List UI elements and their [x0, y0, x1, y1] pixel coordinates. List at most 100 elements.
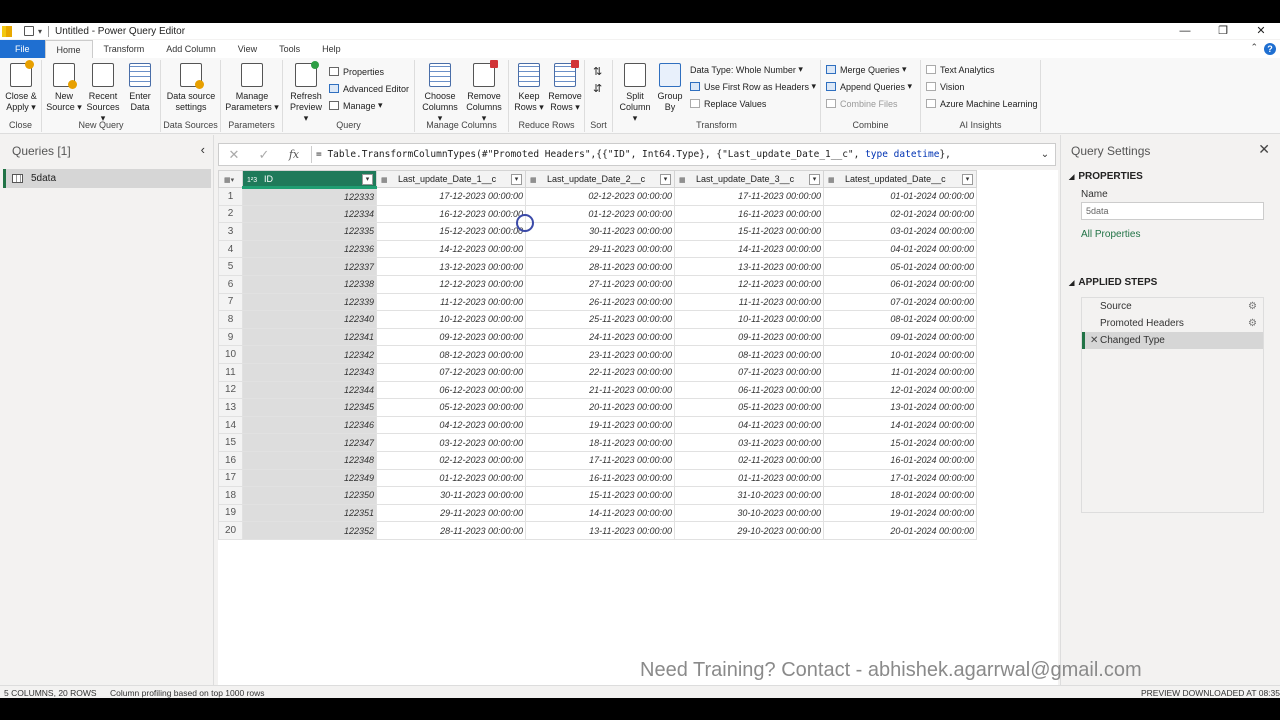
table-cell[interactable]: 12-01-2024 00:00:00 — [823, 380, 977, 400]
table-cell[interactable]: 19-01-2024 00:00:00 — [823, 503, 977, 523]
table-cell[interactable]: 19-11-2023 00:00:00 — [525, 415, 675, 435]
filter-dropdown-icon[interactable]: ▾ — [962, 174, 973, 185]
table-cell[interactable]: 31-10-2023 00:00:00 — [674, 486, 824, 505]
table-cell[interactable]: 22-11-2023 00:00:00 — [525, 362, 675, 382]
row-number[interactable]: 7 — [218, 292, 243, 312]
table-cell[interactable]: 13-01-2024 00:00:00 — [823, 398, 977, 417]
table-cell[interactable]: 03-01-2024 00:00:00 — [823, 222, 977, 241]
gear-icon[interactable]: ⚙ — [1248, 315, 1257, 332]
table-cell[interactable]: 27-11-2023 00:00:00 — [525, 274, 675, 294]
table-cell[interactable]: 02-12-2023 00:00:00 — [525, 187, 675, 206]
properties-section[interactable]: ◢ PROPERTIES — [1069, 171, 1143, 182]
table-cell[interactable]: 02-12-2023 00:00:00 — [376, 450, 526, 470]
formula-input[interactable]: = Table.TransformColumnTypes(#"Promoted … — [316, 149, 1035, 160]
table-cell[interactable]: 122345 — [242, 398, 377, 417]
row-number[interactable]: 13 — [218, 398, 243, 417]
table-cell[interactable]: 04-11-2023 00:00:00 — [674, 415, 824, 435]
recent-sources-button[interactable]: Recent Sources ▾ — [84, 63, 122, 124]
table-cell[interactable]: 05-11-2023 00:00:00 — [674, 398, 824, 417]
table-cell[interactable]: 07-11-2023 00:00:00 — [674, 362, 824, 382]
table-cell[interactable]: 122336 — [242, 239, 377, 259]
table-cell[interactable]: 122344 — [242, 380, 377, 400]
row-number[interactable]: 5 — [218, 257, 243, 276]
properties-button[interactable]: Properties — [329, 65, 384, 78]
tab-tools[interactable]: Tools — [268, 40, 311, 58]
table-cell[interactable]: 17-01-2024 00:00:00 — [823, 468, 977, 488]
filter-dropdown-icon[interactable]: ▾ — [362, 174, 373, 185]
table-cell[interactable]: 12-11-2023 00:00:00 — [674, 274, 824, 294]
collapse-queries-icon[interactable]: ‹ — [201, 142, 205, 157]
filter-dropdown-icon[interactable]: ▾ — [809, 174, 820, 185]
row-number[interactable]: 20 — [218, 521, 243, 540]
gear-icon[interactable]: ⚙ — [1248, 298, 1257, 315]
row-number[interactable]: 2 — [218, 204, 243, 224]
table-cell[interactable]: 15-11-2023 00:00:00 — [674, 222, 824, 241]
sort-descending-icon[interactable]: ⇵ — [593, 82, 602, 95]
table-cell[interactable]: 122341 — [242, 327, 377, 347]
table-cell[interactable]: 10-11-2023 00:00:00 — [674, 310, 824, 329]
table-cell[interactable]: 08-01-2024 00:00:00 — [823, 310, 977, 329]
save-icon[interactable] — [24, 26, 34, 36]
table-cell[interactable]: 01-12-2023 00:00:00 — [376, 468, 526, 488]
new-source-button[interactable]: New Source ▾ — [46, 63, 82, 113]
refresh-preview-button[interactable]: Refresh Preview ▾ — [287, 61, 325, 124]
table-cell[interactable]: 03-11-2023 00:00:00 — [674, 433, 824, 452]
table-cell[interactable]: 30-11-2023 00:00:00 — [525, 222, 675, 241]
row-number[interactable]: 4 — [218, 239, 243, 259]
table-cell[interactable]: 29-10-2023 00:00:00 — [674, 521, 824, 540]
filter-dropdown-icon[interactable]: ▾ — [511, 174, 522, 185]
cancel-formula-icon[interactable]: ✕ — [219, 147, 249, 163]
table-cell[interactable]: 16-12-2023 00:00:00 — [376, 204, 526, 224]
column-header[interactable]: ▦ Last_update_Date_2__c ▾ — [525, 170, 675, 188]
table-cell[interactable]: 08-11-2023 00:00:00 — [674, 345, 824, 364]
table-cell[interactable]: 28-11-2023 00:00:00 — [376, 521, 526, 540]
replace-values-button[interactable]: Replace Values — [690, 97, 766, 110]
table-cell[interactable]: 122350 — [242, 486, 377, 505]
status-profiling[interactable]: Column profiling based on top 1000 rows — [110, 688, 265, 698]
table-cell[interactable]: 13-12-2023 00:00:00 — [376, 257, 526, 276]
applied-steps-section[interactable]: ◢ APPLIED STEPS — [1069, 277, 1157, 288]
row-number[interactable]: 9 — [218, 327, 243, 347]
table-cell[interactable]: 05-12-2023 00:00:00 — [376, 398, 526, 417]
row-number[interactable]: 1 — [218, 187, 243, 206]
table-cell[interactable]: 122343 — [242, 362, 377, 382]
table-cell[interactable]: 122349 — [242, 468, 377, 488]
table-cell[interactable]: 06-01-2024 00:00:00 — [823, 274, 977, 294]
table-cell[interactable]: 122352 — [242, 521, 377, 540]
table-cell[interactable]: 07-12-2023 00:00:00 — [376, 362, 526, 382]
table-cell[interactable]: 122340 — [242, 310, 377, 329]
table-cell[interactable]: 122339 — [242, 292, 377, 312]
table-cell[interactable]: 04-01-2024 00:00:00 — [823, 239, 977, 259]
table-cell[interactable]: 24-11-2023 00:00:00 — [525, 327, 675, 347]
step-promoted-headers[interactable]: Promoted Headers ⚙ — [1082, 315, 1263, 332]
advanced-editor-button[interactable]: Advanced Editor — [329, 82, 409, 95]
table-cell[interactable]: 122338 — [242, 274, 377, 294]
row-number[interactable]: 19 — [218, 503, 243, 523]
table-cell[interactable]: 30-11-2023 00:00:00 — [376, 486, 526, 505]
table-cell[interactable]: 02-11-2023 00:00:00 — [674, 450, 824, 470]
split-column-button[interactable]: Split Column ▾ — [617, 63, 653, 124]
column-header[interactable]: ▦ Latest_updated_Date__c ▾ — [823, 170, 977, 188]
all-properties-link[interactable]: All Properties — [1081, 229, 1140, 240]
table-cell[interactable]: 09-01-2024 00:00:00 — [823, 327, 977, 347]
close-apply-button[interactable]: Close & Apply ▾ — [4, 60, 38, 113]
table-cell[interactable]: 29-11-2023 00:00:00 — [376, 503, 526, 523]
table-cell[interactable]: 26-11-2023 00:00:00 — [525, 292, 675, 312]
azure-ml-button[interactable]: Azure Machine Learning — [926, 97, 1038, 110]
row-number[interactable]: 8 — [218, 310, 243, 329]
append-queries-button[interactable]: Append Queries ▾ — [826, 80, 912, 93]
text-analytics-button[interactable]: Text Analytics — [926, 63, 995, 76]
row-number[interactable]: 10 — [218, 345, 243, 364]
row-number[interactable]: 3 — [218, 222, 243, 241]
table-cell[interactable]: 01-01-2024 00:00:00 — [823, 187, 977, 206]
delete-step-icon[interactable]: ✕ — [1090, 332, 1098, 349]
table-cell[interactable]: 16-11-2023 00:00:00 — [674, 204, 824, 224]
help-icon[interactable]: ? — [1264, 43, 1276, 55]
table-cell[interactable]: 13-11-2023 00:00:00 — [525, 521, 675, 540]
table-cell[interactable]: 08-12-2023 00:00:00 — [376, 345, 526, 364]
tab-home[interactable]: Home — [44, 40, 93, 58]
table-cell[interactable]: 122342 — [242, 345, 377, 364]
table-cell[interactable]: 20-01-2024 00:00:00 — [823, 521, 977, 540]
table-cell[interactable]: 23-11-2023 00:00:00 — [525, 345, 675, 364]
keep-rows-button[interactable]: Keep Rows ▾ — [513, 63, 545, 113]
